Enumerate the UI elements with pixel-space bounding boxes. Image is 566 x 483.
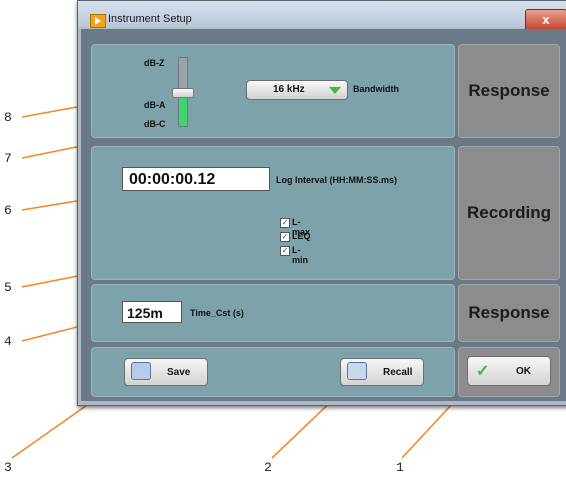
response-button-1-label: Response — [468, 81, 550, 100]
recall-button-label: Recall — [383, 367, 413, 378]
file-actions-panel: Save Recall — [91, 347, 455, 397]
checkbox-lmax[interactable]: ✓ — [280, 218, 290, 228]
response-button-1[interactable]: Response — [458, 44, 560, 138]
dialog-content: dB-Z dB-A dB-C 16 kHz Bandwidth Response… — [81, 29, 566, 401]
recording-panel: 00:00:00.12 Log Interval (HH:MM:SS.ms) ✓… — [91, 146, 455, 280]
recording-button[interactable]: Recording — [458, 146, 560, 280]
callout-5: 5 — [4, 280, 12, 295]
bandwidth-label: Bandwidth — [353, 84, 399, 94]
callout-6: 6 — [4, 203, 12, 218]
recording-button-label: Recording — [466, 203, 552, 222]
weighting-label-z: dB-Z — [144, 58, 165, 68]
checkbox-leq[interactable]: ✓ — [280, 232, 290, 242]
ok-panel: ✓ OK — [458, 347, 560, 397]
weighting-slider-thumb[interactable] — [172, 88, 194, 98]
ok-button-label: OK — [516, 366, 531, 377]
checkbox-lmin-label: L-min — [292, 245, 309, 265]
weighting-label-a: dB-A — [144, 100, 166, 110]
response-button-2[interactable]: Response — [458, 284, 560, 342]
checkmark-icon: ✓ — [476, 363, 490, 380]
weighting-slider[interactable] — [172, 57, 194, 127]
folder-icon — [347, 362, 367, 380]
time-constant-label: Time_Cst (s) — [190, 308, 244, 318]
save-icon — [131, 362, 151, 380]
save-button-label: Save — [167, 367, 191, 378]
close-button[interactable]: x — [525, 9, 566, 31]
ok-button[interactable]: ✓ OK — [467, 356, 551, 386]
bandwidth-dropdown[interactable]: 16 kHz — [246, 80, 348, 100]
callout-3: 3 — [4, 460, 12, 475]
instrument-setup-window: Instrument Setup x dB-Z dB-A dB-C 16 kHz… — [77, 0, 566, 406]
response-button-2-label: Response — [468, 303, 550, 322]
frequency-panel: dB-Z dB-A dB-C 16 kHz Bandwidth — [91, 44, 455, 138]
callout-8: 8 — [4, 110, 12, 125]
bandwidth-value: 16 kHz — [273, 84, 305, 95]
app-icon — [90, 14, 106, 28]
callout-1: 1 — [396, 460, 404, 475]
checkbox-leq-label: LEQ — [292, 231, 311, 241]
save-button[interactable]: Save — [124, 358, 208, 386]
chevron-down-icon — [329, 87, 341, 94]
log-interval-input[interactable]: 00:00:00.12 — [122, 167, 270, 191]
recall-button[interactable]: Recall — [340, 358, 424, 386]
time-constant-input[interactable]: 125m — [122, 301, 182, 323]
callout-7: 7 — [4, 151, 12, 166]
close-icon: x — [542, 12, 550, 27]
log-interval-label: Log Interval (HH:MM:SS.ms) — [276, 175, 398, 185]
checkbox-lmin[interactable]: ✓ — [280, 246, 290, 256]
callout-4: 4 — [4, 334, 12, 349]
title-bar: Instrument Setup x — [78, 1, 566, 31]
callout-2: 2 — [264, 460, 272, 475]
weighting-label-c: dB-C — [144, 119, 166, 129]
time-constant-panel: 125m Time_Cst (s) — [91, 284, 455, 342]
window-title: Instrument Setup — [108, 13, 192, 25]
